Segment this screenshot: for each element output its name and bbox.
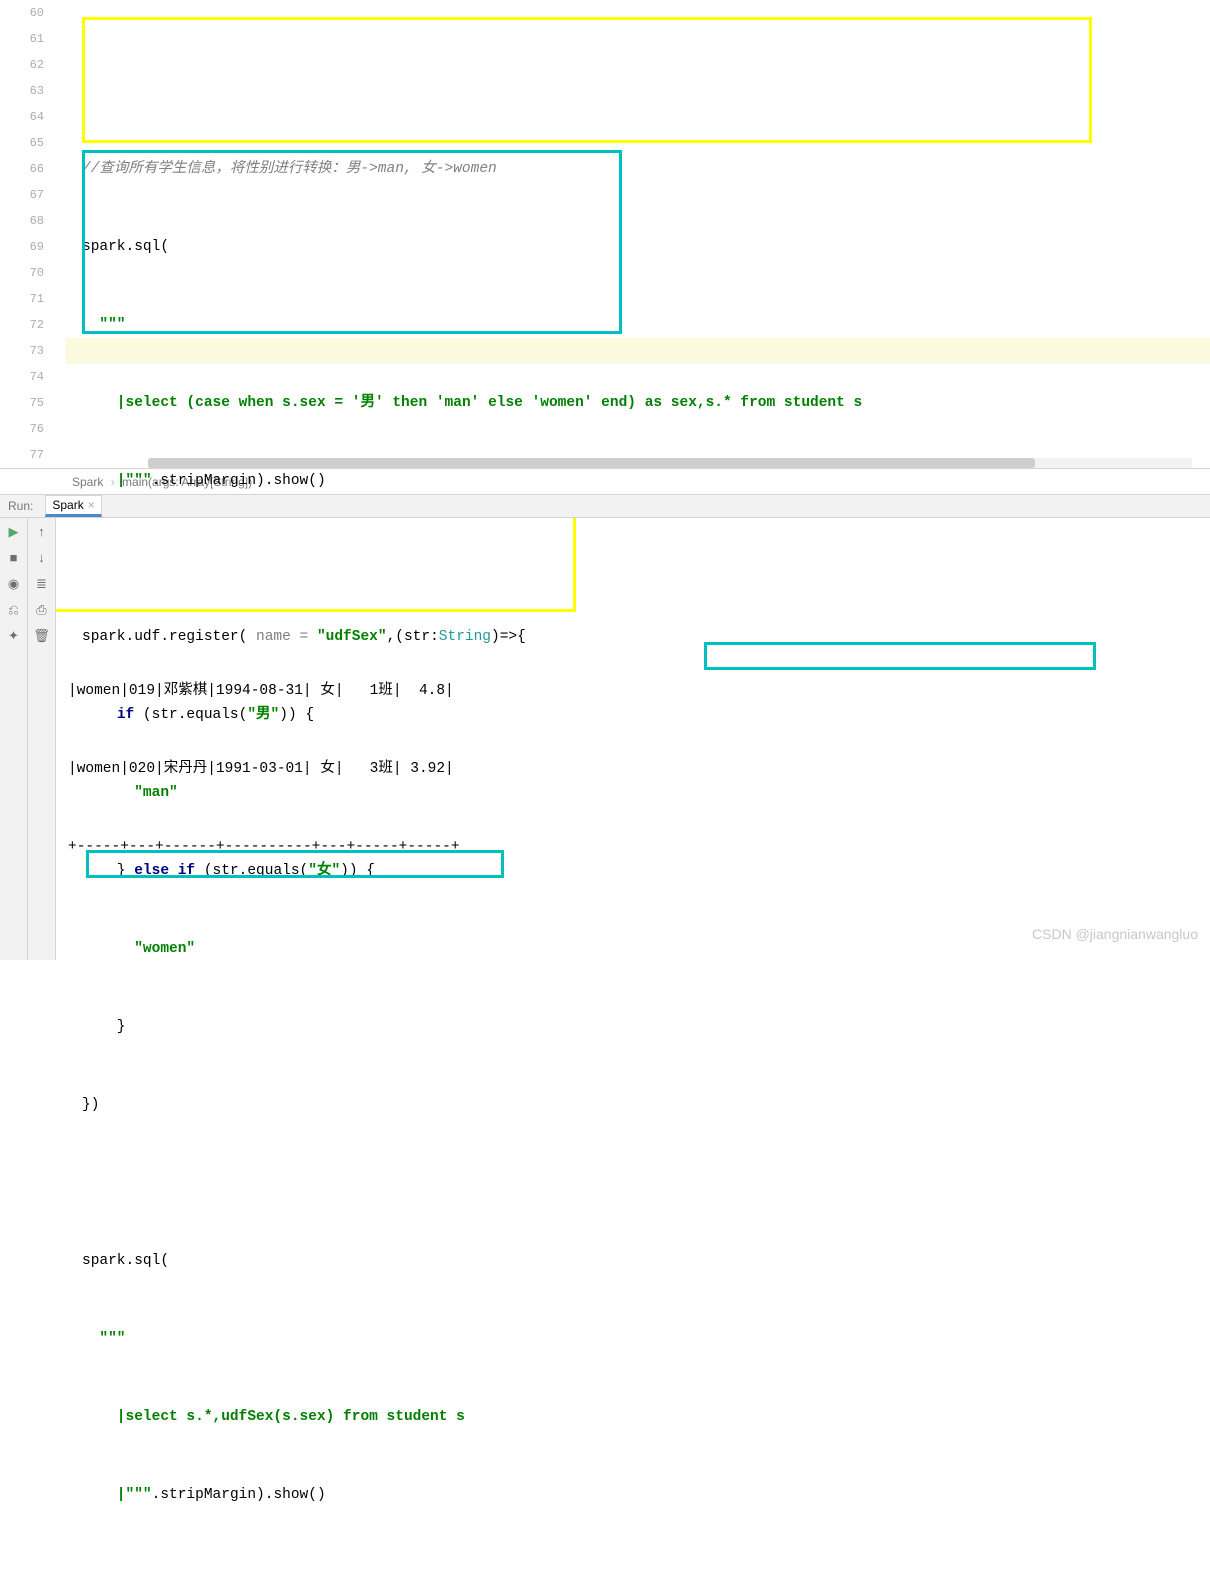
line-number: 66 xyxy=(0,156,44,182)
run-icon[interactable]: ▶ xyxy=(6,524,22,540)
code-string: | xyxy=(82,473,126,489)
down-icon[interactable]: ↓ xyxy=(34,550,50,566)
line-number: 76 xyxy=(0,416,44,442)
stop-icon[interactable]: ■ xyxy=(6,550,22,566)
line-number: 77 xyxy=(0,442,44,468)
camera-icon[interactable]: ◉ xyxy=(6,576,22,592)
highlight-box-yellow-2 xyxy=(56,518,576,612)
trash-icon[interactable]: 🗑 xyxy=(34,628,50,644)
run-toolbar-left: ▶ ■ ◉ ⎌ ✦ xyxy=(0,518,28,960)
line-number: 68 xyxy=(0,208,44,234)
line-number: 70 xyxy=(0,260,44,286)
watermark: CSDN @jiangnianwangluo xyxy=(1032,926,1198,942)
line-number: 73 xyxy=(0,338,44,364)
line-number: 63 xyxy=(0,78,44,104)
code-editor[interactable]: 60 61 62 63 64 65 66 67 68 69 70 71 72 7… xyxy=(0,0,1210,468)
code-content[interactable]: //查询所有学生信息，将性别进行转换：男->man, 女->women spar… xyxy=(66,0,1210,468)
print-icon[interactable]: ⎙ xyxy=(34,602,50,618)
run-toolbar-left2: ↑ ↓ ≣ ⎙ 🗑 xyxy=(28,518,56,960)
console-line: +-----+---+------+----------+---+-----+-… xyxy=(68,834,1210,860)
line-number: 67 xyxy=(0,182,44,208)
code-string: """ xyxy=(82,317,126,333)
console-line: |women|019|邓紫棋|1994-08-31| 女| 1班| 4.8| xyxy=(68,678,1210,704)
up-icon[interactable]: ↑ xyxy=(34,524,50,540)
wrap-icon[interactable]: ≣ xyxy=(34,576,50,592)
line-number: 65 xyxy=(0,130,44,156)
code-comment: //查询所有学生信息，将性别进行转换：男->man, 女->women xyxy=(82,161,497,177)
line-number: 75 xyxy=(0,390,44,416)
code-line: spark.sql( xyxy=(82,234,1210,260)
highlight-box-yellow-1 xyxy=(82,17,1092,143)
console-output[interactable]: |women|019|邓紫棋|1994-08-31| 女| 1班| 4.8| |… xyxy=(56,518,1210,960)
exit-icon[interactable]: ⎌ xyxy=(6,602,22,618)
console-line: |women|020|宋丹丹|1991-03-01| 女| 3班| 3.92| xyxy=(68,756,1210,782)
line-number: 60 xyxy=(0,0,44,26)
line-number: 61 xyxy=(0,26,44,52)
line-number-gutter: 60 61 62 63 64 65 66 67 68 69 70 71 72 7… xyxy=(0,0,66,468)
line-number: 74 xyxy=(0,364,44,390)
line-number: 72 xyxy=(0,312,44,338)
run-label: Run: xyxy=(0,499,41,513)
code-string: |select (case when s.sex = '男' then 'man… xyxy=(82,395,862,411)
highlight-box-teal-2 xyxy=(704,642,1096,670)
line-number: 62 xyxy=(0,52,44,78)
line-number: 71 xyxy=(0,286,44,312)
horizontal-scrollbar[interactable] xyxy=(148,458,1192,468)
scrollbar-thumb[interactable] xyxy=(148,458,1035,468)
line-number: 69 xyxy=(0,234,44,260)
run-tab-label: Spark xyxy=(52,494,83,516)
line-number: 64 xyxy=(0,104,44,130)
current-line-highlight xyxy=(66,338,1210,364)
pin-icon[interactable]: ✦ xyxy=(6,628,22,644)
run-panel: ▶ ■ ◉ ⎌ ✦ ↑ ↓ ≣ ⎙ 🗑 |women|019|邓紫棋|1994-… xyxy=(0,518,1210,960)
